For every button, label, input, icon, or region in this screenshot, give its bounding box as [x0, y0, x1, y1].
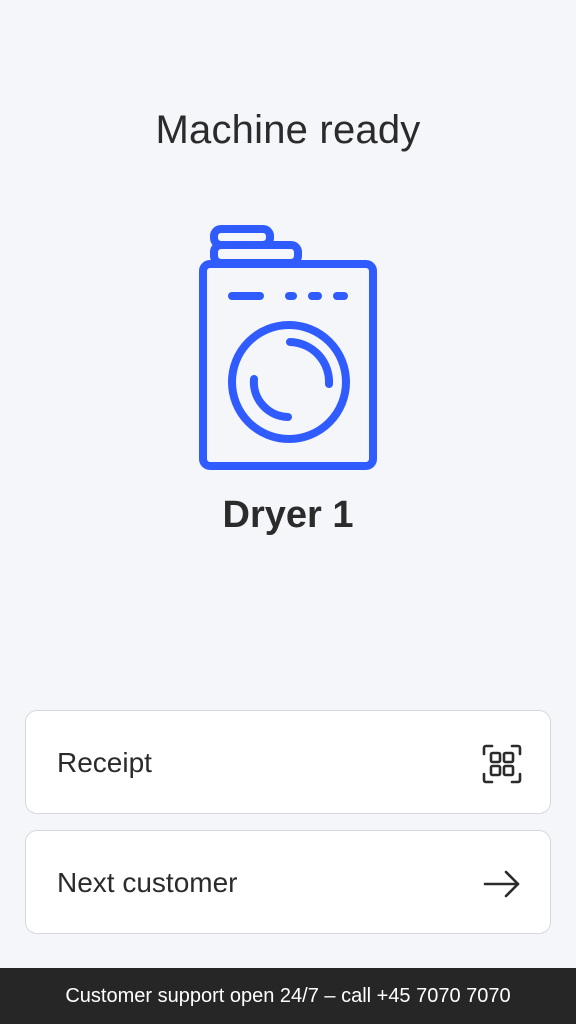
support-footer: Customer support open 24/7 – call +45 70… — [0, 968, 576, 1024]
arrow-right-icon — [483, 870, 520, 898]
machine-name: Dryer 1 — [222, 494, 354, 536]
qr-code-icon — [482, 744, 522, 784]
next-customer-label: Next customer — [57, 867, 238, 898]
page-title: Machine ready — [155, 108, 421, 152]
receipt-button[interactable]: Receipt — [25, 710, 551, 814]
machine-ready-screen: Machine ready Dryer 1 Receipt Next custo… — [0, 0, 576, 1024]
washing-machine-icon — [199, 225, 377, 470]
next-customer-button[interactable]: Next customer — [25, 830, 551, 934]
receipt-label: Receipt — [57, 747, 152, 778]
